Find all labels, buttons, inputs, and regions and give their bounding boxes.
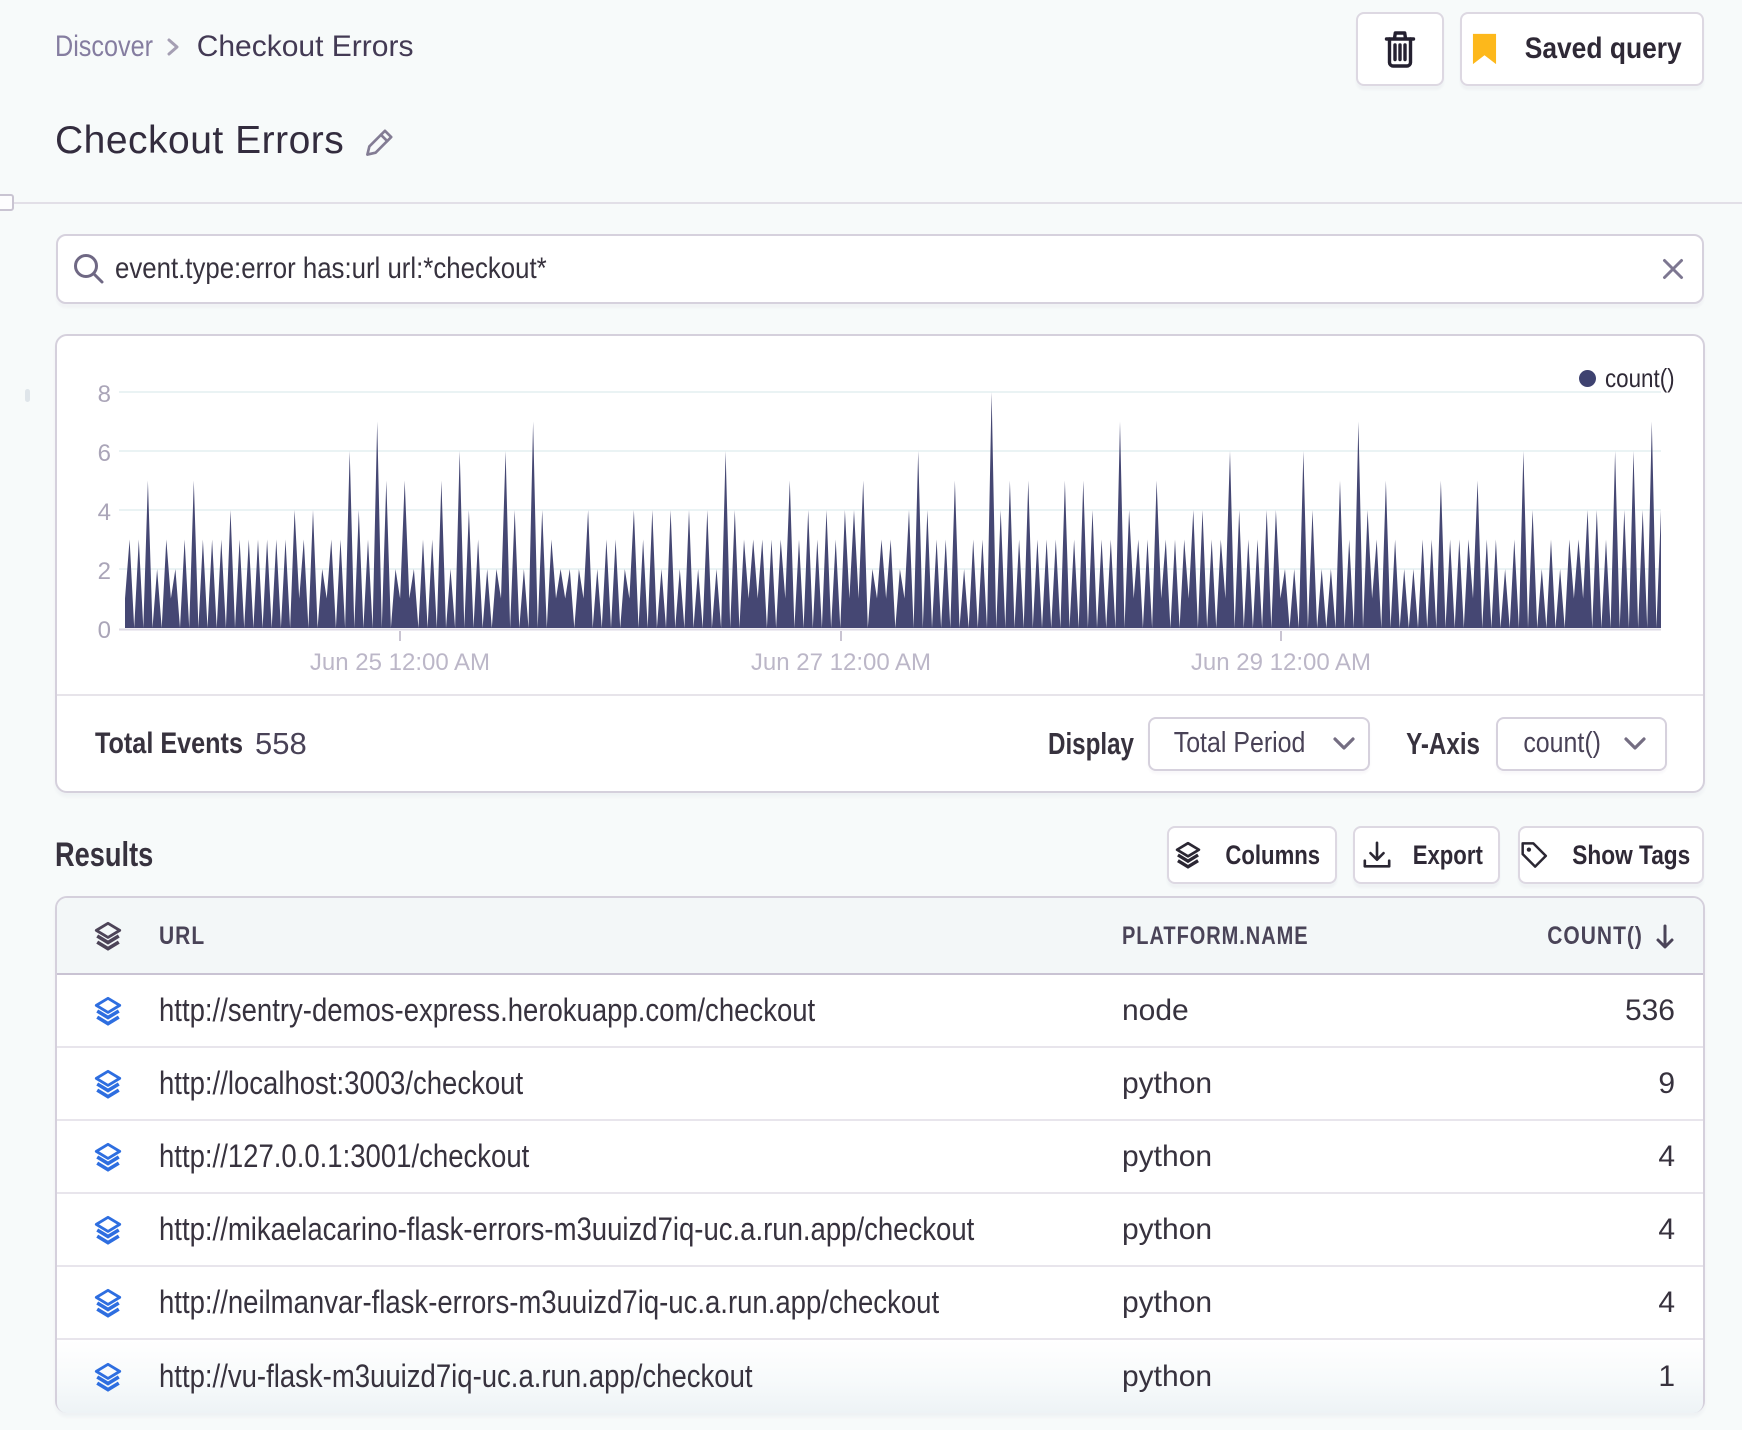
svg-text:Jun 25 12:00 AM: Jun 25 12:00 AM — [310, 649, 490, 676]
svg-text:2: 2 — [98, 558, 111, 585]
svg-text:0: 0 — [98, 617, 111, 644]
svg-text:Jun 27 12:00 AM: Jun 27 12:00 AM — [751, 649, 931, 676]
svg-text:Jun 29 12:00 AM: Jun 29 12:00 AM — [1191, 649, 1371, 676]
svg-text:4: 4 — [98, 499, 111, 526]
svg-text:6: 6 — [98, 440, 111, 467]
svg-text:8: 8 — [98, 381, 111, 408]
